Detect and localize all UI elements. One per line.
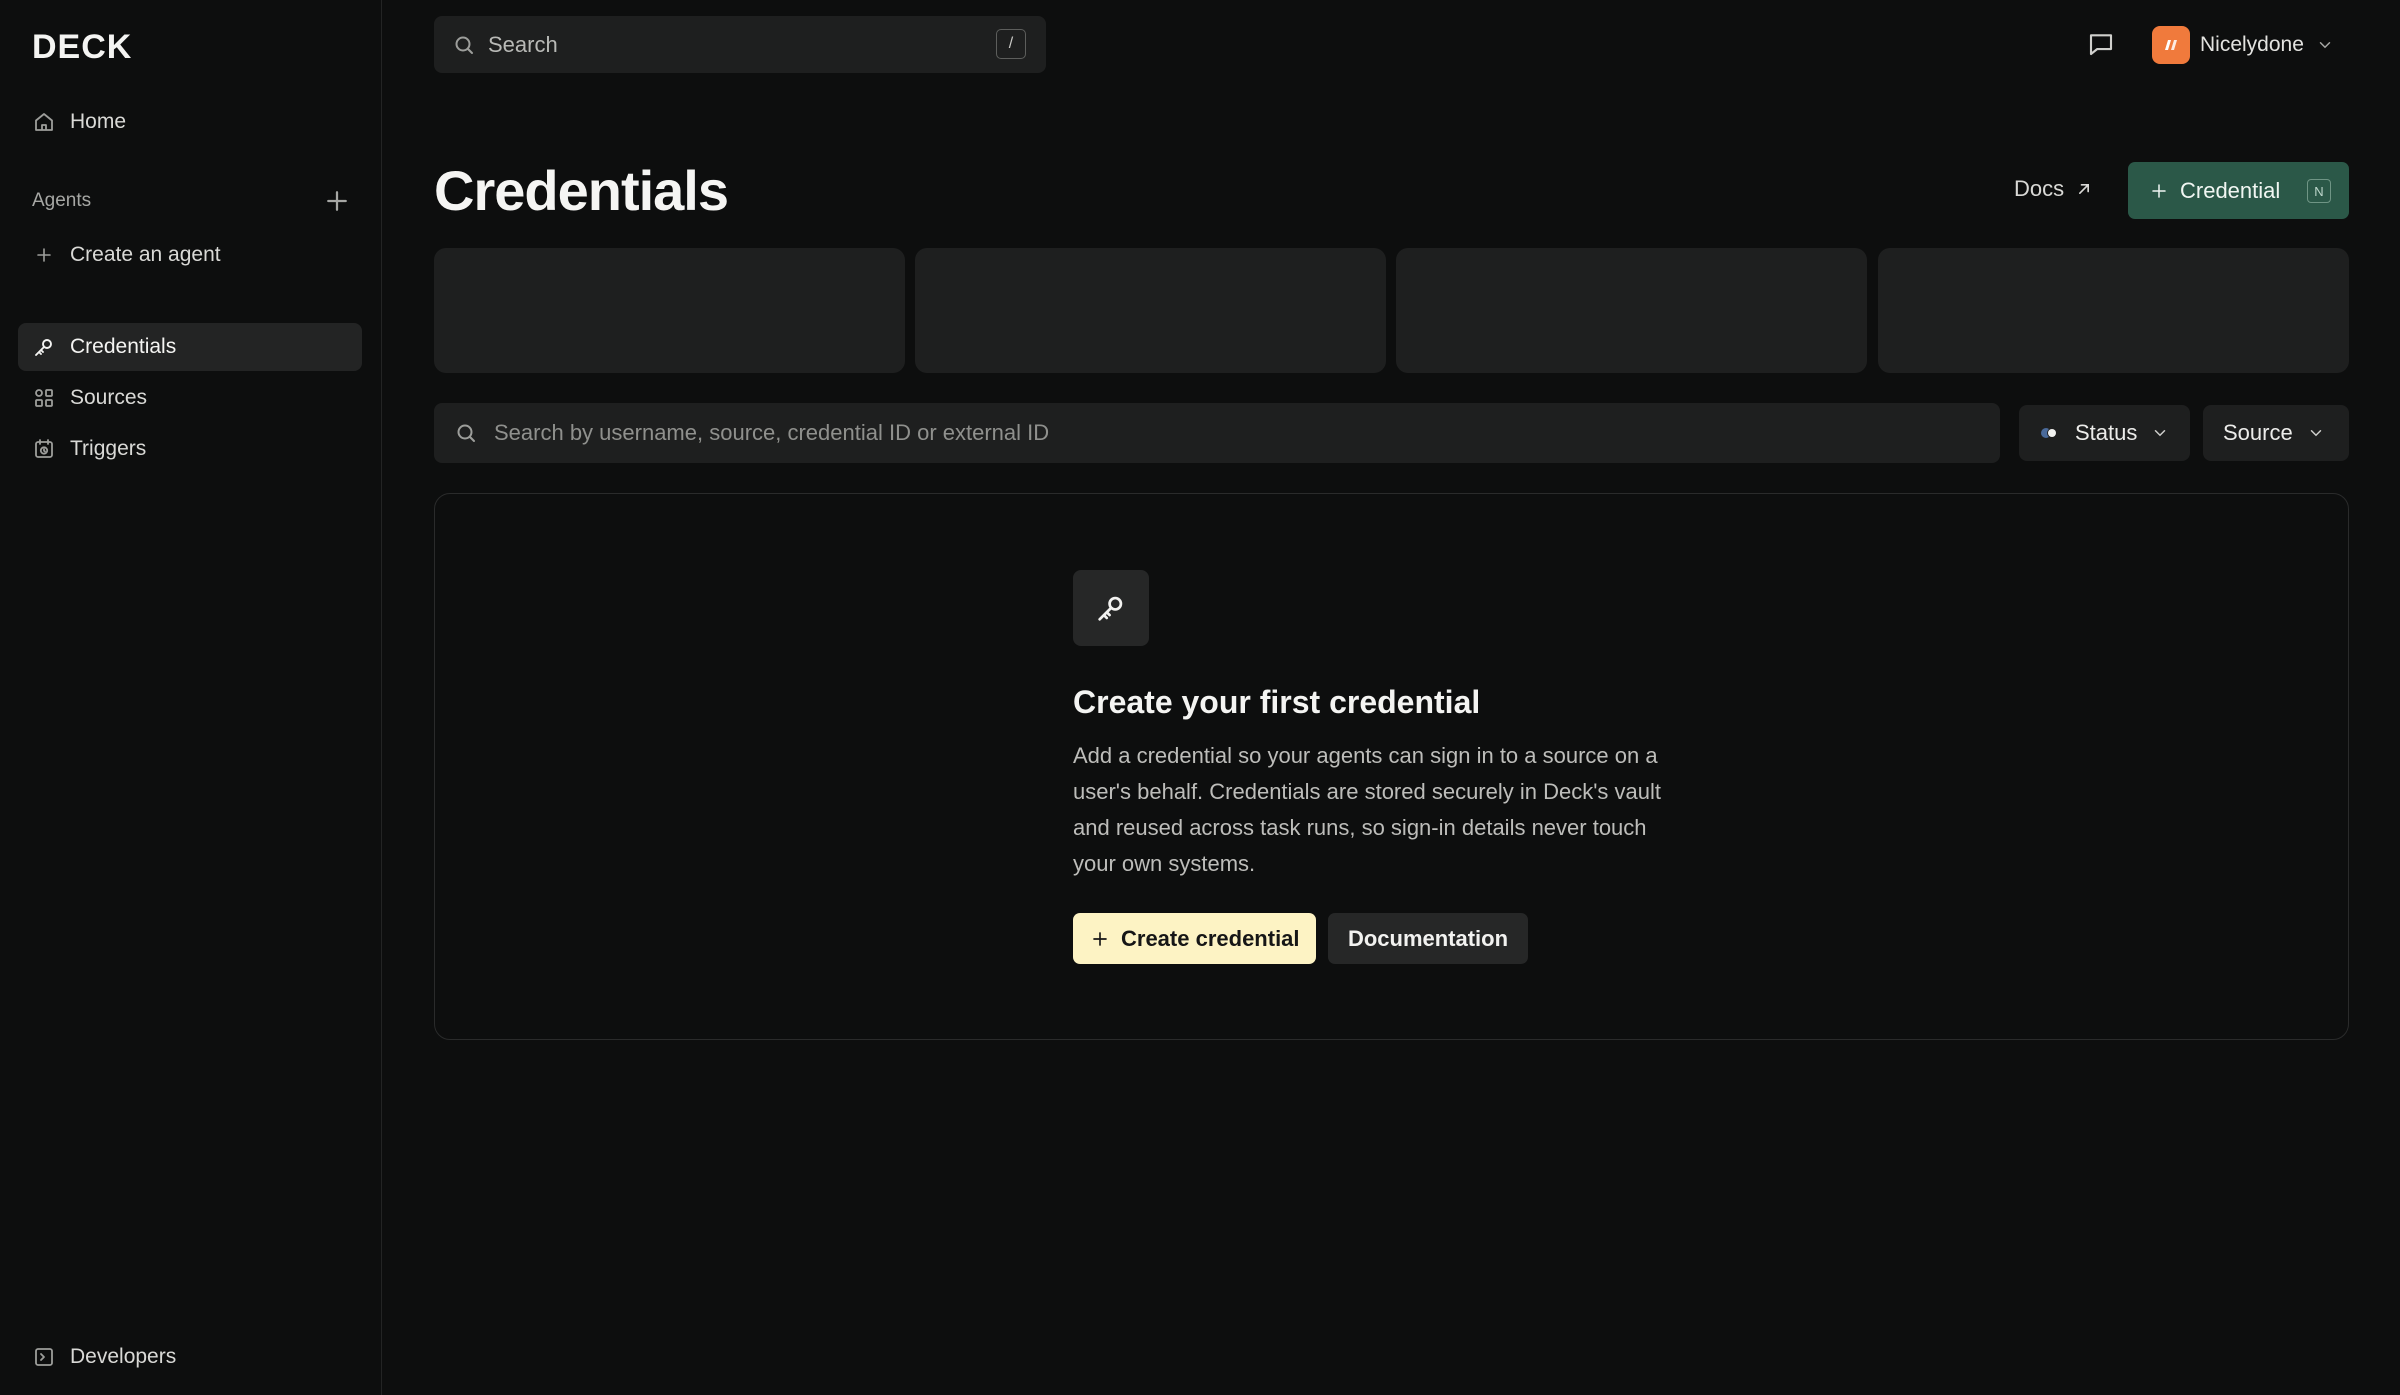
page-title: Credentials	[434, 159, 729, 222]
chevron-down-icon	[2307, 424, 2325, 442]
terminal-icon	[32, 1345, 56, 1369]
plus-icon	[32, 243, 56, 267]
search-icon	[452, 33, 476, 57]
docs-link[interactable]: Docs	[2014, 176, 2094, 202]
sidebar-item-developers[interactable]: Developers	[18, 1333, 362, 1381]
create-credential-label: Create credential	[1121, 925, 1300, 951]
empty-state-panel: Create your first credential Add a crede…	[434, 493, 2349, 1040]
sidebar-item-label: Sources	[70, 386, 148, 409]
home-icon	[32, 110, 56, 134]
calendar-clock-icon	[32, 437, 56, 461]
sidebar-item-home[interactable]: Home	[18, 98, 362, 146]
add-credential-button[interactable]: Credential N	[2128, 162, 2349, 219]
source-filter-button[interactable]: Source	[2203, 405, 2349, 461]
global-search-label: Search	[488, 31, 558, 57]
plus-icon	[1091, 930, 1109, 948]
status-dots-icon	[2039, 426, 2065, 440]
empty-state-title: Create your first credential	[1073, 684, 1481, 720]
docs-label: Docs	[2014, 176, 2065, 201]
sidebar-item-sources[interactable]: Sources	[18, 374, 362, 422]
chat-icon[interactable]	[2086, 29, 2116, 59]
sidebar: DECK Home Agents Create an agent Credent…	[0, 0, 382, 1395]
source-filter-label: Source	[2223, 420, 2293, 445]
credential-search-input[interactable]: Search by username, source, credential I…	[434, 403, 2000, 463]
shortcut-key: N	[2307, 179, 2331, 203]
status-filter-button[interactable]: Status	[2019, 405, 2190, 461]
add-credential-label: Credential	[2180, 177, 2281, 203]
search-icon	[454, 421, 478, 445]
create-credential-button[interactable]: Create credential	[1073, 913, 1316, 964]
sidebar-item-label: Credentials	[70, 335, 177, 358]
sidebar-item-triggers[interactable]: Triggers	[18, 425, 362, 473]
empty-state-description: Add a credential so your agents can sign…	[1073, 743, 1662, 876]
documentation-button[interactable]: Documentation	[1328, 913, 1528, 964]
search-shortcut-key: /	[996, 29, 1026, 59]
grid-icon	[32, 386, 56, 410]
agents-section-label: Agents	[32, 190, 92, 211]
sidebar-item-label: Create an agent	[70, 243, 221, 266]
stat-card-placeholder	[1396, 248, 1867, 373]
org-name: Nicelydone	[2200, 33, 2304, 56]
arrow-up-right-icon	[2074, 179, 2094, 199]
search-placeholder: Search by username, source, credential I…	[494, 420, 1050, 445]
chevron-down-icon	[2316, 36, 2334, 54]
status-filter-label: Status	[2075, 420, 2138, 445]
stat-card-placeholder	[434, 248, 905, 373]
key-icon	[32, 335, 56, 359]
sidebar-item-label: Home	[70, 110, 127, 133]
sidebar-item-label: Triggers	[70, 437, 147, 460]
deck-logo[interactable]: DECK	[32, 28, 132, 67]
key-icon	[1073, 570, 1149, 646]
org-switcher[interactable]: Nicelydone	[2152, 24, 2334, 66]
create-agent-link[interactable]: Create an agent	[18, 231, 362, 279]
stat-card-placeholder	[1878, 248, 2349, 373]
global-search[interactable]: Search /	[434, 16, 1046, 73]
sidebar-item-credentials[interactable]: Credentials	[18, 323, 362, 371]
add-agent-icon[interactable]	[322, 186, 352, 216]
plus-icon	[2150, 182, 2168, 200]
org-logo	[2152, 26, 2190, 64]
sidebar-item-label: Developers	[70, 1345, 177, 1368]
stat-card-placeholder	[915, 248, 1386, 373]
chevron-down-icon	[2151, 424, 2169, 442]
